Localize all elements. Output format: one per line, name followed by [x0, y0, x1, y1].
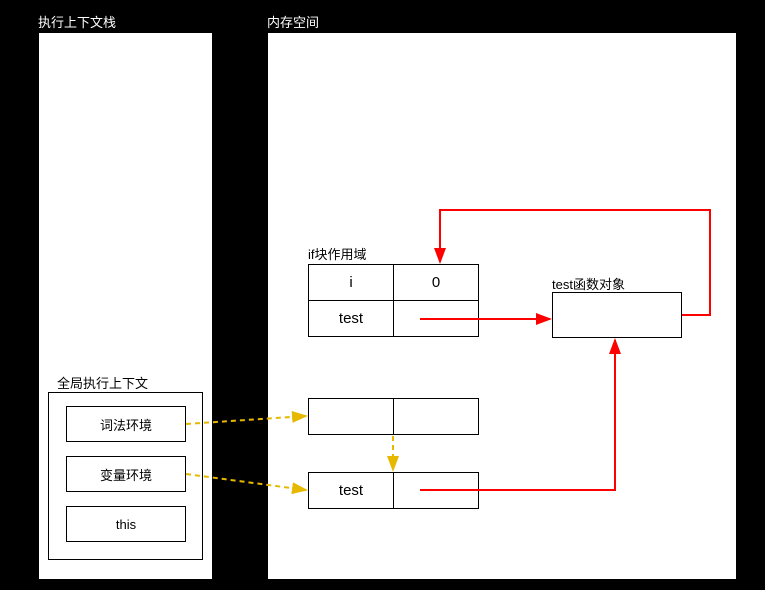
lexical-key — [309, 399, 394, 435]
global-context-title: 全局执行上下文 — [57, 373, 148, 392]
if-scope-i-val: 0 — [394, 265, 479, 301]
variable-env-table: test — [308, 472, 479, 509]
table-row: test — [309, 301, 479, 337]
if-scope-label: if块作用域 — [308, 244, 367, 263]
table-row: i 0 — [309, 265, 479, 301]
if-scope-test-key: test — [309, 301, 394, 337]
func-obj-label: test函数对象 — [552, 274, 625, 293]
if-scope-test-val — [394, 301, 479, 337]
this-box: this — [66, 506, 186, 542]
lexical-env-box: 词法环境 — [66, 406, 186, 442]
variable-key: test — [309, 473, 394, 509]
variable-env-box: 变量环境 — [66, 456, 186, 492]
func-obj-box — [552, 292, 682, 338]
lexical-val — [394, 399, 479, 435]
diagram-canvas: 执行上下文栈 内存空间 全局执行上下文 词法环境 变量环境 this if块作用… — [0, 0, 765, 590]
table-row: test — [309, 473, 479, 509]
stack-title: 执行上下文栈 — [38, 12, 116, 31]
table-row — [309, 399, 479, 435]
if-scope-i-key: i — [309, 265, 394, 301]
memory-title: 内存空间 — [267, 12, 319, 31]
lexical-env-table — [308, 398, 479, 435]
if-scope-table: i 0 test — [308, 264, 479, 337]
variable-val — [394, 473, 479, 509]
